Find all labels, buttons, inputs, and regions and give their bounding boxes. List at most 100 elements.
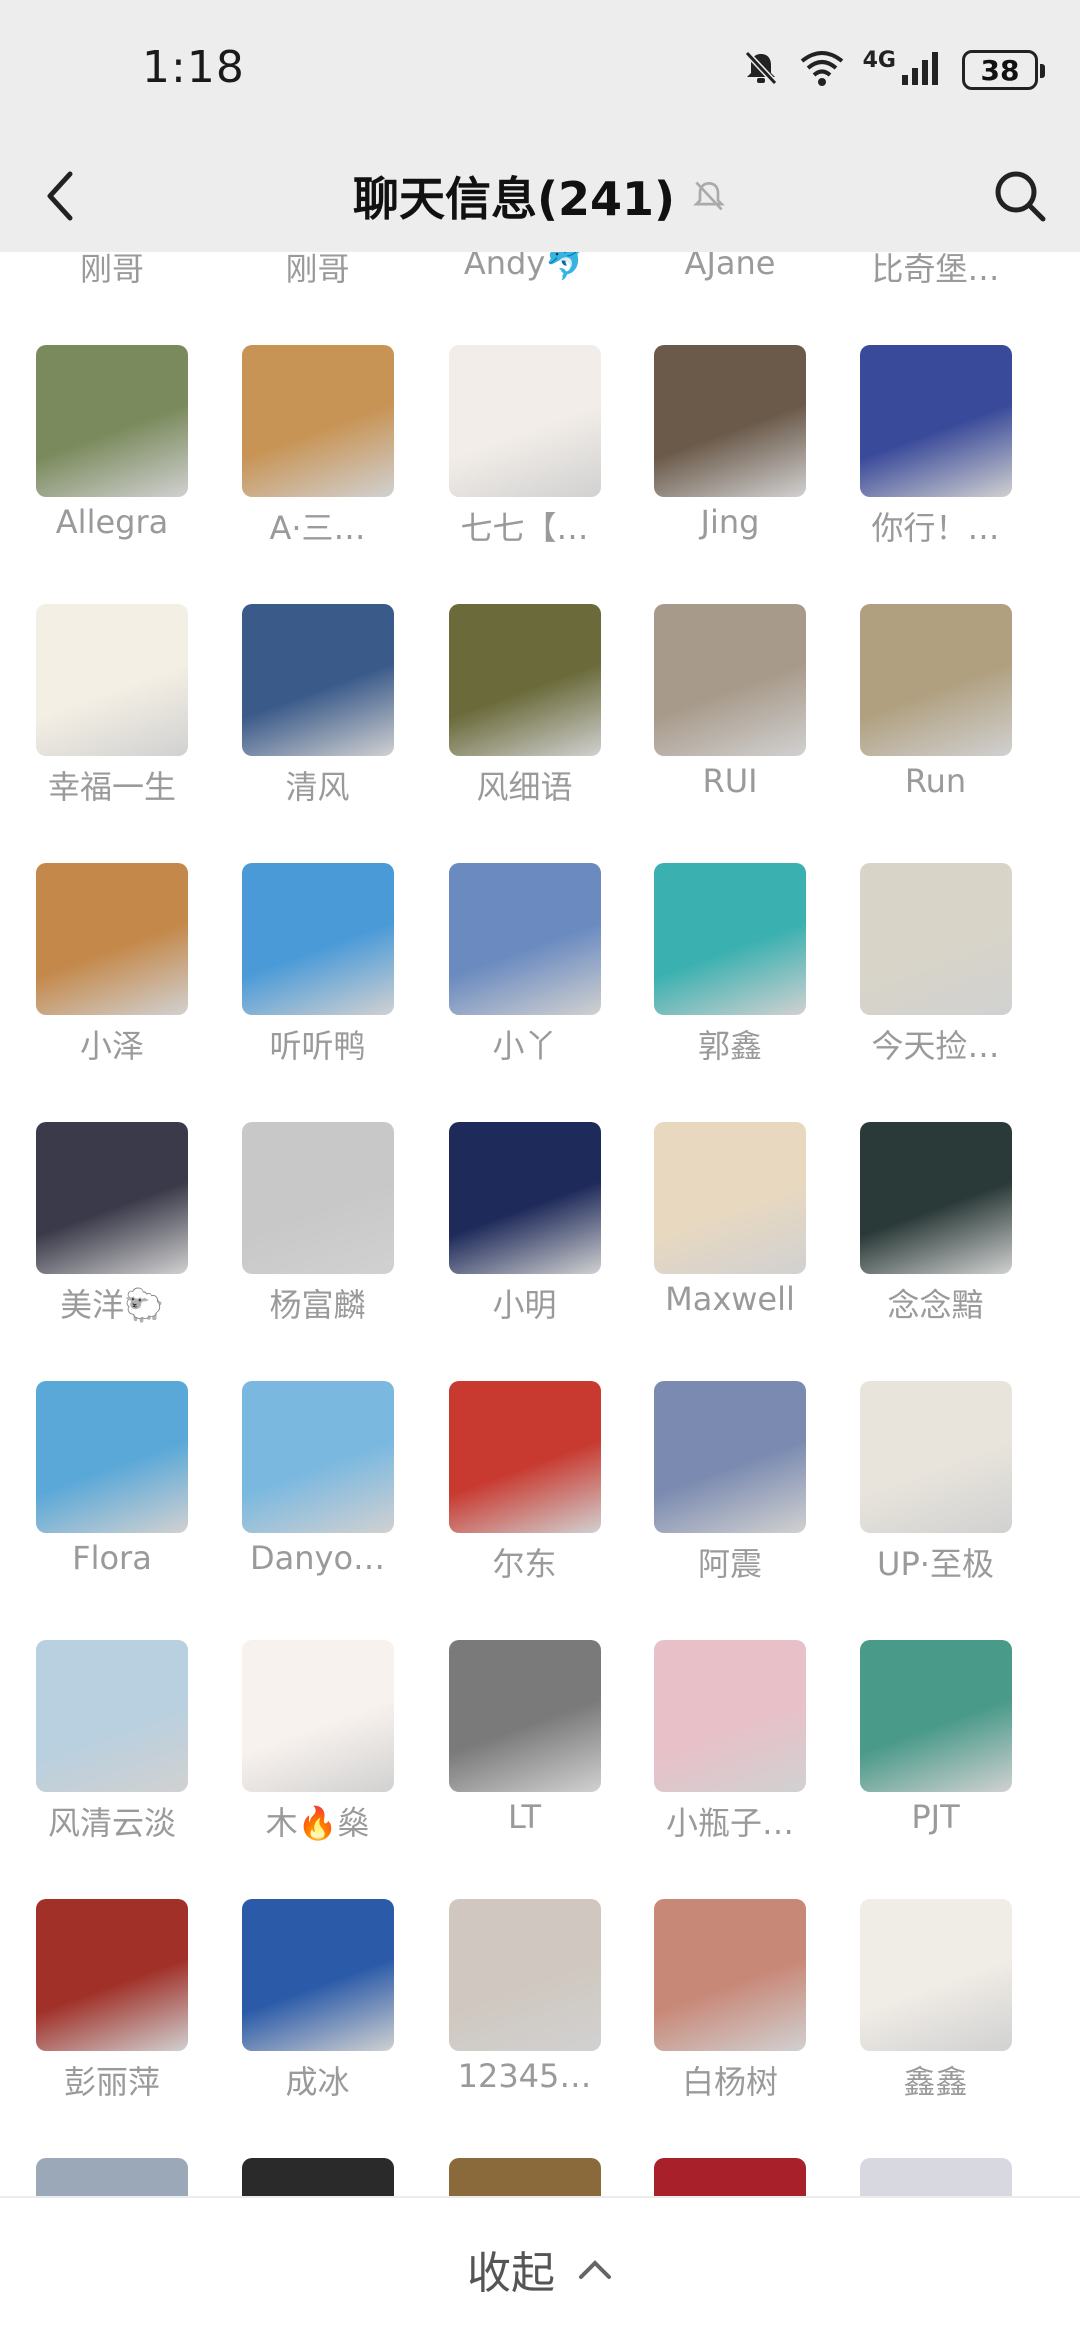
nav-bar: 聊天信息(241) — [0, 140, 1080, 252]
member-item[interactable]: 今天捡… — [842, 863, 1032, 1103]
member-item[interactable] — [842, 2158, 1032, 2196]
member-item[interactable]: Andy🐬 — [431, 252, 621, 326]
member-item[interactable]: 成冰 — [224, 1899, 414, 2139]
member-item[interactable] — [224, 2158, 414, 2196]
member-name: 你行！… — [871, 509, 1000, 547]
avatar — [36, 2158, 188, 2196]
member-item[interactable]: 听听鸭 — [224, 863, 414, 1103]
member-item[interactable]: RUI — [636, 604, 826, 844]
avatar — [654, 1381, 806, 1533]
member-item[interactable] — [636, 2158, 826, 2196]
member-name: 郭鑫 — [697, 1027, 762, 1065]
avatar — [654, 1122, 806, 1274]
avatar — [859, 1640, 1012, 1792]
member-item[interactable]: 杨富麟 — [224, 1122, 414, 1362]
page-title: 聊天信息(241) — [352, 172, 676, 226]
member-item[interactable]: 阿震 — [636, 1381, 826, 1621]
avatar — [448, 2158, 601, 2196]
member-item[interactable]: A·三… — [224, 345, 414, 585]
avatar — [859, 1899, 1012, 2051]
avatar — [36, 1640, 188, 1792]
member-item[interactable]: 小明 — [431, 1122, 621, 1362]
member-name: 鑫鑫 — [903, 2063, 968, 2101]
member-name: 听听鸭 — [269, 1027, 366, 1065]
member-name: 清风 — [285, 768, 350, 806]
member-item[interactable]: 念念黯 — [842, 1122, 1032, 1362]
member-name: A·三… — [269, 509, 366, 547]
member-item[interactable]: Flora — [18, 1381, 208, 1621]
avatar — [241, 2158, 394, 2196]
member-item[interactable]: 幸福一生 — [18, 604, 208, 844]
avatar — [859, 863, 1012, 1015]
avatar — [654, 2158, 806, 2196]
avatar — [241, 863, 394, 1015]
avatar — [241, 1899, 394, 2051]
member-item[interactable]: 风细语 — [431, 604, 621, 844]
member-item[interactable]: 郭鑫 — [636, 863, 826, 1103]
avatar — [36, 1122, 188, 1274]
chevron-up-icon — [579, 2260, 611, 2279]
member-item[interactable]: Jing — [636, 345, 826, 585]
collapse-button[interactable]: 收起 — [0, 2196, 1080, 2340]
avatar — [654, 345, 806, 497]
member-name: LT — [508, 1798, 541, 1836]
member-item[interactable]: Allegra — [18, 345, 208, 585]
bell-muted-icon — [741, 48, 781, 92]
member-item[interactable]: Maxwell — [636, 1122, 826, 1362]
avatar — [241, 1122, 394, 1274]
member-name: Jing — [700, 503, 760, 541]
avatar — [241, 1640, 394, 1792]
member-name: 木🔥燊 — [265, 1804, 370, 1842]
member-item[interactable]: UP·至极 — [842, 1381, 1032, 1621]
member-name: 小明 — [492, 1286, 557, 1324]
member-name: AJane — [684, 252, 776, 282]
member-item[interactable]: 刚哥 — [18, 252, 208, 326]
member-name: UP·至极 — [877, 1545, 994, 1583]
member-name: Allegra — [55, 503, 169, 541]
member-item[interactable]: 刚哥 — [224, 252, 414, 326]
search-icon — [995, 171, 1046, 222]
avatar — [448, 1899, 601, 2051]
member-item[interactable]: 12345… — [431, 1899, 621, 2139]
member-item[interactable]: 比奇堡… — [842, 252, 1032, 326]
member-item[interactable]: 美洋🐑 — [18, 1122, 208, 1362]
signal-icon — [900, 49, 944, 91]
search-button[interactable] — [988, 164, 1052, 228]
member-item[interactable] — [18, 2158, 208, 2196]
collapse-label: 收起 — [467, 2248, 555, 2299]
member-name: Maxwell — [665, 1280, 795, 1318]
member-item[interactable]: 清风 — [224, 604, 414, 844]
member-item[interactable]: Run — [842, 604, 1032, 844]
member-item[interactable]: 彭丽萍 — [18, 1899, 208, 2139]
member-item[interactable]: 尔东 — [431, 1381, 621, 1621]
member-item[interactable]: 鑫鑫 — [842, 1899, 1032, 2139]
member-item[interactable]: PJT — [842, 1640, 1032, 1880]
member-item[interactable] — [431, 2158, 621, 2196]
member-name: 小泽 — [79, 1027, 144, 1065]
member-name: 刚哥 — [79, 252, 144, 288]
member-item[interactable]: 风清云淡 — [18, 1640, 208, 1880]
battery-level: 38 — [980, 53, 1020, 87]
avatar — [654, 1640, 806, 1792]
avatar — [448, 1381, 601, 1533]
member-item[interactable]: 小泽 — [18, 863, 208, 1103]
member-name: 风细语 — [476, 768, 573, 806]
avatar — [241, 345, 394, 497]
member-item[interactable]: 小瓶子… — [636, 1640, 826, 1880]
member-item[interactable]: 小丫 — [431, 863, 621, 1103]
member-item[interactable]: AJane — [636, 252, 826, 326]
member-item[interactable]: 你行！… — [842, 345, 1032, 585]
member-item[interactable]: 木🔥燊 — [224, 1640, 414, 1880]
avatar — [859, 1381, 1012, 1533]
member-name: RUI — [702, 762, 758, 800]
member-item[interactable]: 白杨树 — [636, 1899, 826, 2139]
avatar — [241, 1381, 394, 1533]
member-item[interactable]: 七七【… — [431, 345, 621, 585]
member-name: 今天捡… — [871, 1027, 1000, 1065]
member-item[interactable]: Danyo… — [224, 1381, 414, 1621]
member-name: 小丫 — [492, 1027, 557, 1065]
member-item[interactable]: LT — [431, 1640, 621, 1880]
battery-icon: 38 — [962, 50, 1045, 90]
member-name: 比奇堡… — [871, 252, 1000, 288]
avatar — [859, 1122, 1012, 1274]
